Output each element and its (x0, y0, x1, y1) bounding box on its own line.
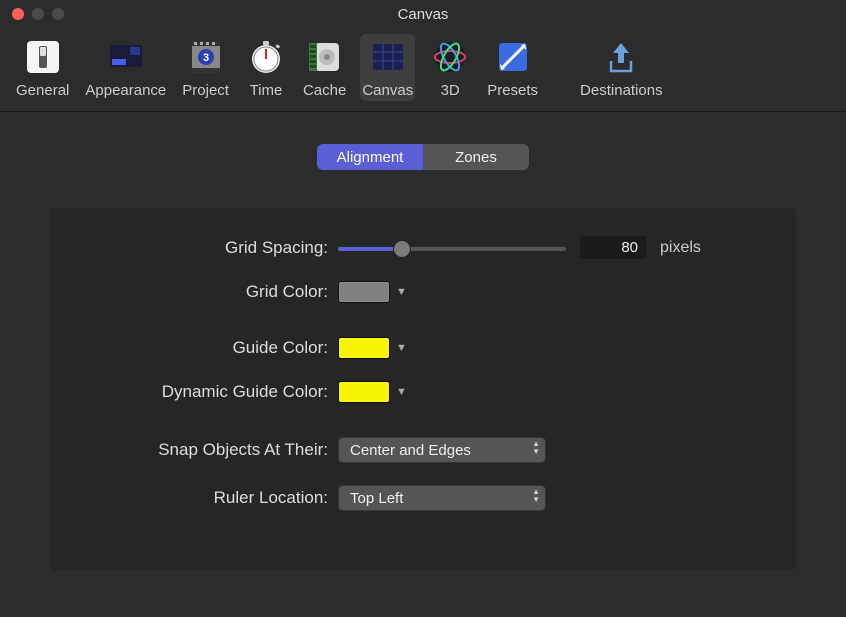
appearance-icon (105, 36, 147, 78)
toolbar-label: Presets (487, 82, 538, 99)
window-controls (12, 8, 64, 20)
3d-icon (429, 36, 471, 78)
toolbar-label: Appearance (85, 82, 166, 99)
time-icon (245, 36, 287, 78)
svg-text:3: 3 (203, 52, 209, 64)
toolbar-label: 3D (441, 82, 460, 99)
ruler-location-popup[interactable]: Top Left ▲▼ (338, 485, 546, 511)
row-guide-color: Guide Color: ▼ (90, 337, 756, 359)
toolbar-label: Destinations (580, 82, 663, 99)
toolbar-item-appearance[interactable]: Appearance (83, 34, 168, 101)
toolbar-item-destinations[interactable]: Destinations (578, 34, 665, 101)
snap-objects-label: Snap Objects At Their: (90, 440, 338, 460)
stepper-arrows-icon: ▲▼ (532, 440, 540, 456)
snap-objects-value: Center and Edges (350, 442, 471, 459)
grid-color-label: Grid Color: (90, 282, 338, 302)
dynamic-guide-color-well[interactable] (338, 381, 390, 403)
snap-objects-popup[interactable]: Center and Edges ▲▼ (338, 437, 546, 463)
row-grid-color: Grid Color: ▼ (90, 281, 756, 303)
chevron-down-icon[interactable]: ▼ (396, 342, 407, 354)
general-icon (22, 36, 64, 78)
guide-color-label: Guide Color: (90, 338, 338, 358)
prefs-toolbar: General Appearance 3 Project Time Cache … (0, 28, 846, 112)
close-button[interactable] (12, 8, 24, 20)
guide-color-well[interactable] (338, 337, 390, 359)
toolbar-label: Time (250, 82, 283, 99)
toolbar-label: Canvas (362, 82, 413, 99)
row-grid-spacing: Grid Spacing: pixels (90, 236, 756, 259)
canvas-icon (367, 36, 409, 78)
toolbar-item-general[interactable]: General (14, 34, 71, 101)
toolbar-item-3d[interactable]: 3D (427, 34, 473, 101)
project-icon: 3 (185, 36, 227, 78)
toolbar-item-project[interactable]: 3 Project (180, 34, 231, 101)
row-ruler-location: Ruler Location: Top Left ▲▼ (90, 485, 756, 511)
toolbar-item-canvas[interactable]: Canvas (360, 34, 415, 101)
grid-spacing-unit: pixels (660, 239, 701, 257)
toolbar-item-presets[interactable]: Presets (485, 34, 540, 101)
alignment-panel: Grid Spacing: pixels Grid Color: ▼ Guide… (50, 208, 796, 571)
ruler-location-value: Top Left (350, 490, 403, 507)
chevron-down-icon[interactable]: ▼ (396, 386, 407, 398)
destinations-icon (600, 36, 642, 78)
stepper-arrows-icon: ▲▼ (532, 488, 540, 504)
presets-icon (492, 36, 534, 78)
window-title: Canvas (0, 6, 846, 23)
chevron-down-icon[interactable]: ▼ (396, 286, 407, 298)
zoom-button[interactable] (52, 8, 64, 20)
grid-spacing-slider[interactable] (338, 238, 566, 258)
grid-color-well[interactable] (338, 281, 390, 303)
ruler-location-label: Ruler Location: (90, 488, 338, 508)
cache-icon (304, 36, 346, 78)
toolbar-label: Project (182, 82, 229, 99)
dynamic-guide-color-label: Dynamic Guide Color: (90, 382, 338, 402)
grid-spacing-label: Grid Spacing: (90, 238, 338, 258)
grid-spacing-field[interactable] (580, 236, 646, 259)
minimize-button[interactable] (32, 8, 44, 20)
toolbar-label: General (16, 82, 69, 99)
toolbar-item-cache[interactable]: Cache (301, 34, 348, 101)
titlebar: Canvas (0, 0, 846, 28)
toolbar-item-time[interactable]: Time (243, 34, 289, 101)
tab-switcher: Alignment Zones (40, 144, 806, 170)
row-snap-objects: Snap Objects At Their: Center and Edges … (90, 437, 756, 463)
tab-alignment[interactable]: Alignment (317, 144, 423, 170)
toolbar-label: Cache (303, 82, 346, 99)
tab-zones[interactable]: Zones (423, 144, 529, 170)
content-area: Alignment Zones Grid Spacing: pixels Gri… (0, 112, 846, 603)
row-dynamic-guide-color: Dynamic Guide Color: ▼ (90, 381, 756, 403)
